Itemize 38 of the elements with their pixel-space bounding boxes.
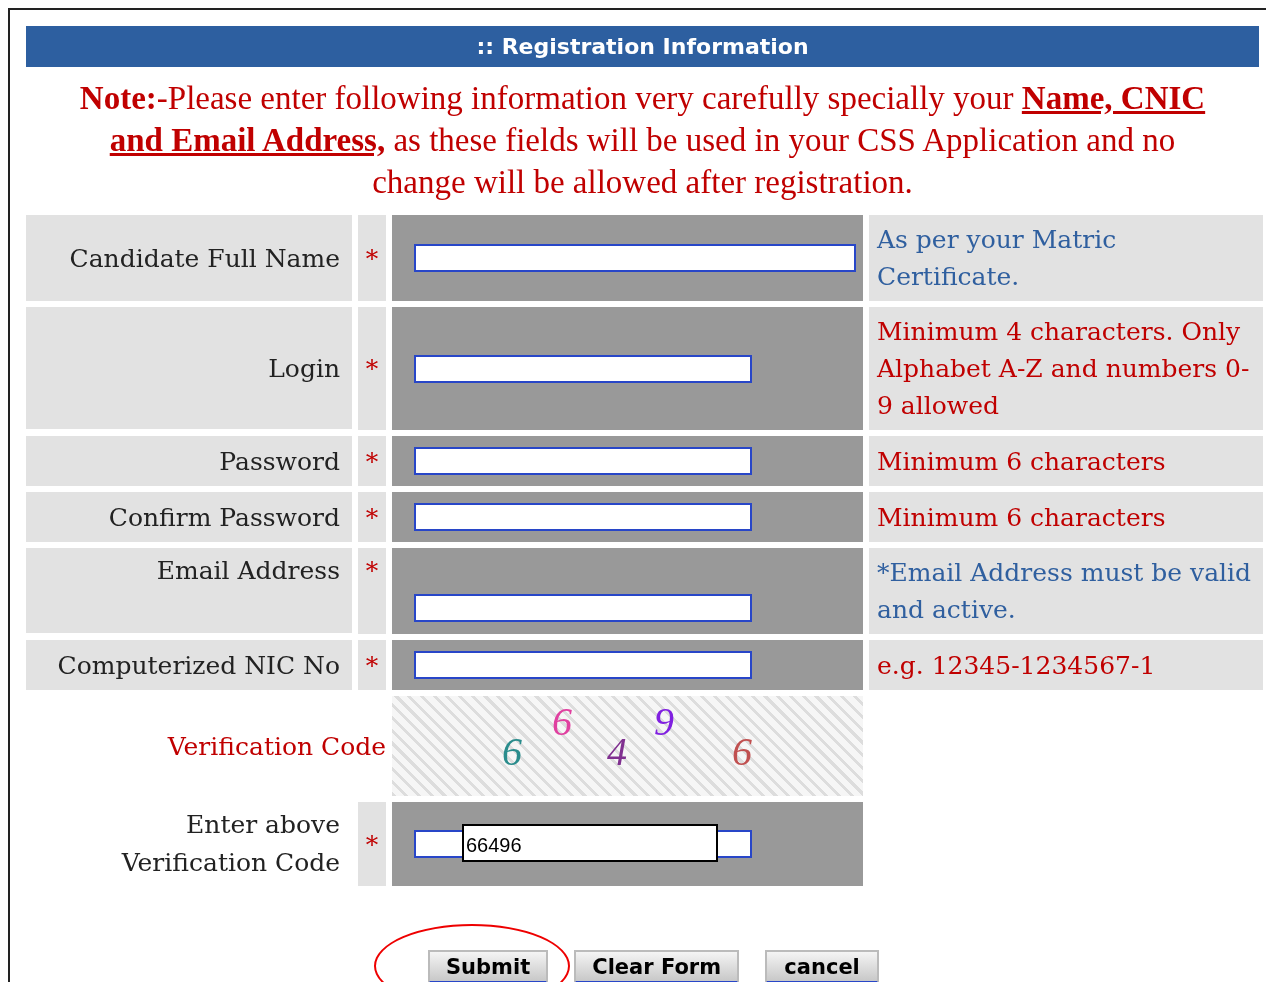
note-text: Note:-Please enter following information very carefully specially your Name, CNIC and Email Address, as these fields will be used in your CSS Application and no change will be allowed after registration. — [78, 79, 1207, 202]
section-header: :: Registration Information — [26, 26, 1259, 67]
input-field[interactable] — [414, 244, 856, 272]
hint-text: e.g. 12345-1234567-1 — [877, 649, 1156, 682]
field-label: Confirm Password — [108, 502, 340, 532]
captcha-label: Verification Code — [167, 731, 386, 761]
input-field[interactable] — [414, 503, 752, 531]
captcha-character: 4 — [607, 732, 627, 772]
input-field[interactable] — [414, 354, 752, 383]
hint-text: As per your Matric Certificate. — [877, 224, 1118, 293]
captcha-character: 6 — [732, 732, 752, 772]
hint-text: Minimum 6 characters — [877, 501, 1166, 534]
form-button[interactable]: Submit — [428, 950, 549, 982]
hint-text: Minimum 4 characters. Only Alphabet A-Z and numbers 0-9 allowed — [877, 316, 1251, 422]
required-mark: * — [365, 446, 379, 476]
hint-text: *Email Address must be valid and active. — [877, 557, 1253, 626]
required-mark: * — [365, 502, 379, 532]
input-field[interactable] — [414, 447, 752, 475]
required-mark: * — [365, 243, 379, 273]
required-mark: * — [365, 556, 379, 585]
field-label: Candidate Full Name — [69, 243, 340, 273]
required-mark: * — [365, 650, 379, 680]
form-button[interactable]: Clear Form — [574, 950, 740, 982]
value-tooltip: 66496 — [462, 824, 718, 862]
form-button[interactable]: cancel — [765, 950, 880, 982]
field-label: Email Address — [156, 556, 340, 585]
field-label: Password — [219, 446, 340, 476]
captcha-character: 9 — [654, 702, 674, 742]
required-mark: * — [365, 829, 379, 859]
captcha-character: 6 — [502, 732, 522, 772]
required-mark: * — [365, 354, 379, 383]
field-label: Computerized NIC No — [57, 650, 340, 680]
captcha-character: 6 — [552, 702, 572, 742]
field-label: Enter above Verification Code — [121, 809, 340, 879]
input-field[interactable] — [414, 594, 752, 622]
input-field[interactable] — [414, 651, 752, 679]
field-label: Login — [268, 353, 340, 383]
hint-text: Minimum 6 characters — [877, 445, 1166, 478]
